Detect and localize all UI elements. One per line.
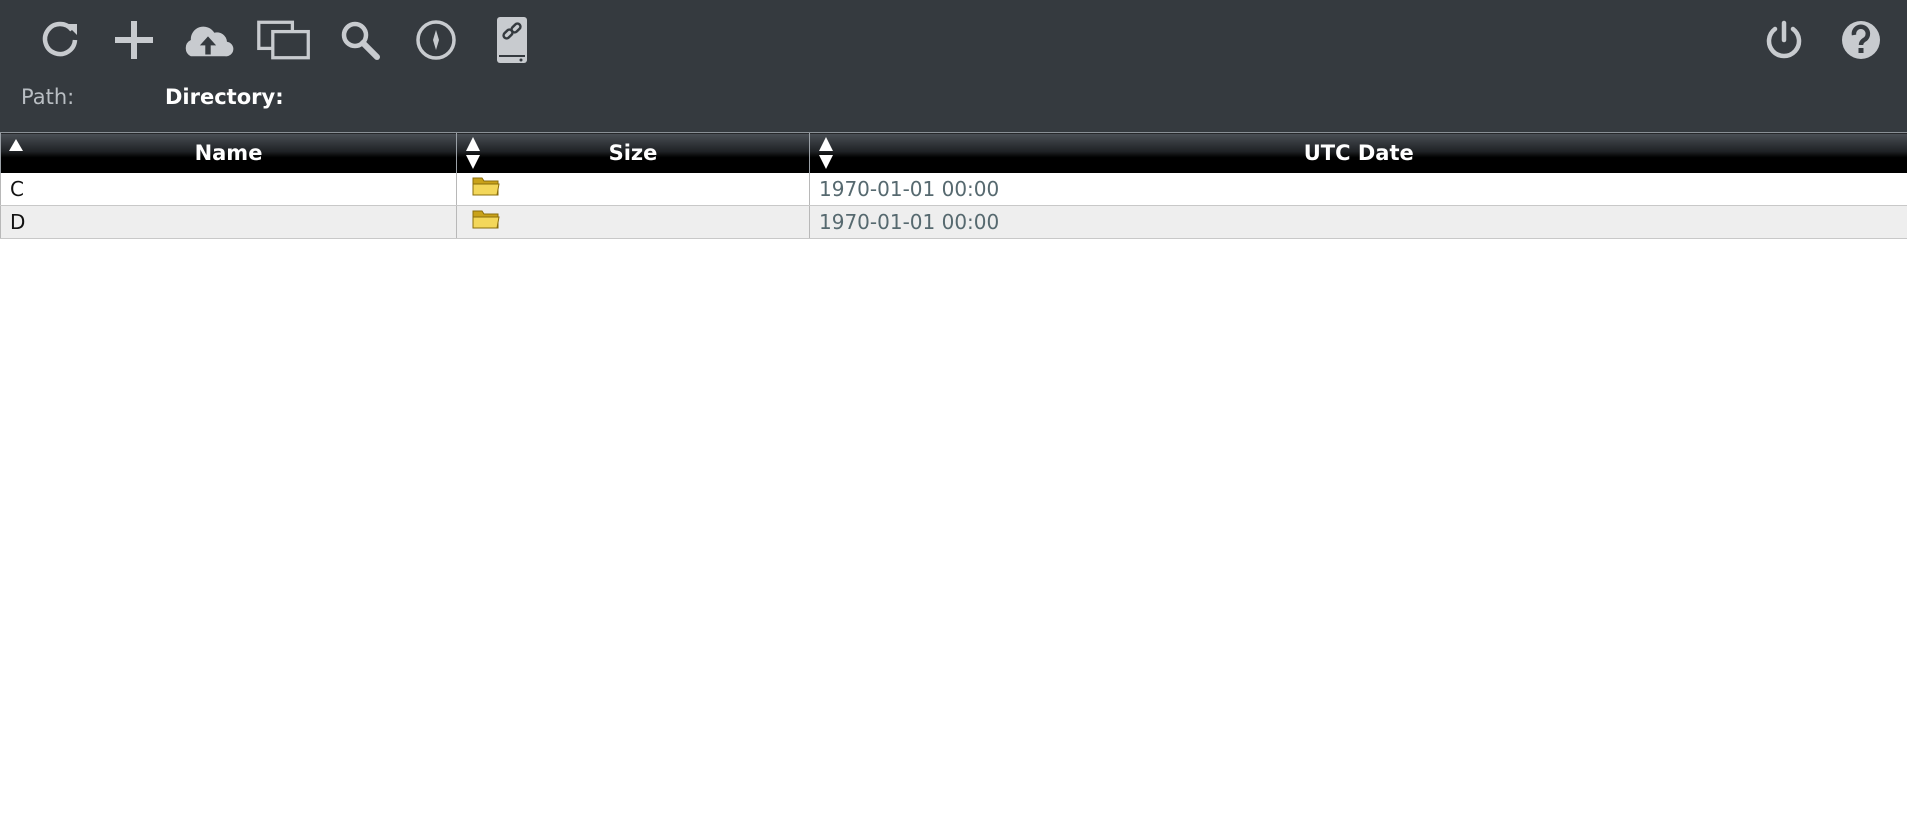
row-size	[456, 173, 810, 206]
help-icon	[1842, 21, 1880, 59]
power-icon	[1766, 20, 1802, 59]
column-header-name[interactable]: Name	[0, 132, 457, 173]
toolbar: Path: Directory:	[0, 0, 1907, 132]
compass-icon	[416, 20, 456, 60]
folder-icon	[472, 177, 500, 196]
column-header-date[interactable]: UTC Date	[809, 132, 1907, 173]
windows-icon	[257, 20, 310, 60]
upload-button[interactable]	[180, 12, 236, 68]
row-name[interactable]: C	[0, 173, 457, 206]
add-button[interactable]	[106, 12, 162, 68]
table-row[interactable]: C 1970-01-01 00:00	[0, 173, 1907, 206]
row-name[interactable]: D	[0, 205, 457, 239]
path-label: Path:	[21, 85, 75, 109]
table-row[interactable]: D 1970-01-01 00:00	[0, 205, 1907, 239]
search-icon	[341, 21, 380, 60]
table-header: Name Size UTC Date	[0, 132, 1907, 173]
power-button[interactable]	[1756, 12, 1812, 68]
search-button[interactable]	[332, 12, 388, 68]
directory-label: Directory:	[165, 85, 284, 109]
row-size	[456, 205, 810, 239]
help-button[interactable]	[1833, 12, 1889, 68]
sort-ascending-icon	[9, 139, 23, 151]
folder-icon	[472, 210, 500, 229]
add-icon	[115, 21, 153, 59]
sort-both-icon	[466, 137, 480, 169]
cloud-upload-icon	[185, 26, 234, 57]
file-table: Name Size UTC Date C 1970-01-01 00:00 D …	[0, 132, 1907, 239]
row-date: 1970-01-01 00:00	[809, 205, 1907, 239]
linked-drive-button[interactable]	[484, 12, 540, 68]
column-header-date-label: UTC Date	[1303, 141, 1414, 165]
row-date: 1970-01-01 00:00	[809, 173, 1907, 206]
refresh-icon	[42, 21, 78, 57]
refresh-button[interactable]	[32, 12, 88, 68]
column-header-name-label: Name	[194, 141, 263, 165]
windows-button[interactable]	[256, 12, 312, 68]
column-header-size-label: Size	[608, 141, 658, 165]
sort-both-icon	[819, 137, 833, 169]
compass-button[interactable]	[408, 12, 464, 68]
column-header-size[interactable]: Size	[456, 132, 810, 173]
linked-drive-icon	[497, 17, 527, 63]
